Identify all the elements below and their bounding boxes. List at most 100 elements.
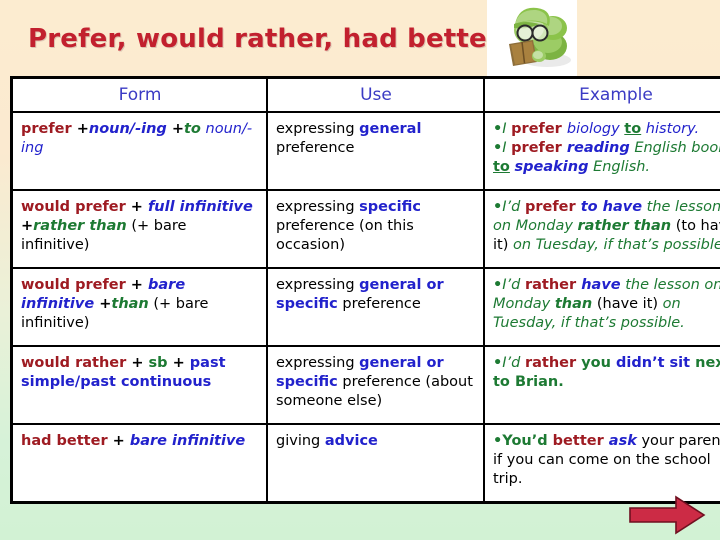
form-text: had better + bare infinitive (21, 432, 259, 494)
example-token: (have it) (592, 296, 659, 313)
example-token: prefer (524, 199, 581, 215)
page-title: Prefer, would rather, had better (28, 24, 500, 54)
cell-example: •I’d prefer to have the lesson on Monday… (483, 189, 720, 269)
use-token: giving (276, 433, 325, 449)
cell-form: would prefer + full infinitive +rather t… (10, 189, 268, 269)
example-text: •I’d prefer to have the lesson on Monday… (493, 198, 720, 260)
table-row: would prefer + bare infinitive +than (+ … (10, 267, 720, 347)
table-header: Form Use Example (10, 76, 720, 113)
cell-use: expressing specific preference (on this … (266, 189, 485, 269)
cell-form: would prefer + bare infinitive +than (+ … (10, 267, 268, 347)
example-token: to (624, 121, 642, 137)
example-token: English. (588, 159, 651, 176)
form-token: + (166, 121, 184, 137)
form-token: + (125, 199, 148, 215)
table-body: prefer +noun/-ing +to noun/-ing expressin… (10, 111, 720, 504)
table-header-row: Form Use Example (10, 76, 720, 113)
form-token: had better (21, 433, 108, 449)
cell-use: expressing general preference (266, 111, 485, 191)
use-token: expressing (276, 121, 360, 137)
example-token: • (493, 277, 503, 293)
form-text: would prefer + bare infinitive +than (+ … (21, 276, 259, 338)
example-token: you (581, 355, 617, 371)
example-token: prefer (511, 121, 567, 137)
form-token: rather than (33, 218, 127, 235)
form-token: + (21, 218, 34, 235)
example-token: • (493, 121, 503, 137)
use-token: expressing (276, 199, 360, 215)
use-text: expressing general or specific preferenc… (276, 276, 476, 338)
form-token: + (94, 296, 112, 313)
example-token: reading (566, 140, 630, 157)
example-token: rather (524, 277, 582, 293)
example-line: •I’d rather have the lesson on Monday th… (493, 276, 720, 333)
example-token: history. (641, 121, 700, 137)
example-text: •I’d rather have the lesson on Monday th… (493, 276, 720, 338)
form-token: would prefer (21, 277, 126, 293)
example-token: You’d (502, 433, 553, 449)
cell-example: •I’d rather have the lesson on Monday th… (483, 267, 720, 347)
form-token: prefer (21, 121, 72, 137)
form-token: noun/-ing (88, 121, 167, 137)
use-token: advice (324, 433, 378, 449)
use-text: expressing general or specific preferenc… (276, 354, 476, 416)
use-token: specific (359, 199, 421, 215)
cell-example: • I prefer biology to history. •I prefer r… (483, 111, 720, 191)
form-token: to (184, 121, 201, 137)
use-token: general (359, 121, 422, 137)
example-token: to have (580, 199, 643, 215)
form-token: would rather (21, 355, 127, 371)
form-text: would prefer + full infinitive +rather t… (21, 198, 259, 260)
cell-example: •You’d better ask your parents if you ca… (483, 423, 720, 504)
column-header-form: Form (10, 76, 268, 113)
example-line: •I’d rather you didn’t sit next to Brian… (493, 354, 720, 392)
example-token: didn’t sit (616, 355, 691, 371)
cell-form: prefer +noun/-ing +to noun/-ing (10, 111, 268, 191)
form-token: + (71, 121, 89, 137)
example-line: •I prefer reading English books to speak… (493, 139, 720, 177)
example-token: I’d (502, 199, 525, 215)
use-token: preference (337, 296, 421, 313)
use-text: expressing specific preference (on this … (276, 198, 476, 260)
example-token: speaking (514, 159, 589, 176)
example-token: I’d (502, 277, 525, 293)
example-token: • (493, 199, 503, 215)
use-token: preference (on this occasion) (276, 218, 414, 254)
example-token: I’d (502, 355, 525, 371)
form-token: + (107, 433, 130, 449)
example-token: have (581, 277, 621, 293)
right-arrow-icon[interactable] (628, 495, 706, 535)
column-header-use: Use (266, 76, 485, 113)
example-token: to (493, 159, 510, 176)
example-token: I (502, 140, 512, 157)
example-token: than (554, 296, 593, 313)
example-token: better (552, 433, 609, 449)
cell-use: giving advice (266, 423, 485, 504)
example-text: •I’d rather you didn’t sit next to Brian… (493, 354, 720, 416)
example-token: prefer (511, 140, 567, 157)
column-header-form-label: Form (118, 85, 162, 105)
example-token: biology (566, 121, 625, 137)
example-token: rather than (577, 218, 672, 235)
form-token: + (126, 355, 149, 371)
example-token: on Tuesday, if that’s possible. (508, 237, 720, 254)
use-token: expressing (276, 277, 360, 293)
table-row: would prefer + full infinitive +rather t… (10, 189, 720, 269)
form-token: full infinitive (148, 199, 253, 215)
table-row: had better + bare infinitive giving advic… (10, 423, 720, 504)
table-row: would rather + sb + past simple/past con… (10, 345, 720, 425)
cell-form: would rather + sb + past simple/past con… (10, 345, 268, 425)
cell-use: expressing general or specific preferenc… (266, 345, 485, 425)
example-line: •I’d prefer to have the lesson on Monday… (493, 198, 720, 255)
example-token: English books (634, 140, 720, 157)
cell-use: expressing general or specific preferenc… (266, 267, 485, 347)
example-token: • (493, 355, 503, 371)
grammar-reference-table: Form Use Example prefer +noun/-ing +to n… (10, 76, 720, 504)
slide-header: Prefer, would rather, had better (0, 0, 720, 76)
form-token: bare infinitive (129, 433, 246, 449)
cell-form: had better + bare infinitive (10, 423, 268, 504)
use-text: giving advice (276, 432, 476, 494)
form-token: + (125, 277, 148, 293)
column-header-example-label: Example (579, 85, 653, 105)
use-token: expressing (276, 355, 360, 371)
